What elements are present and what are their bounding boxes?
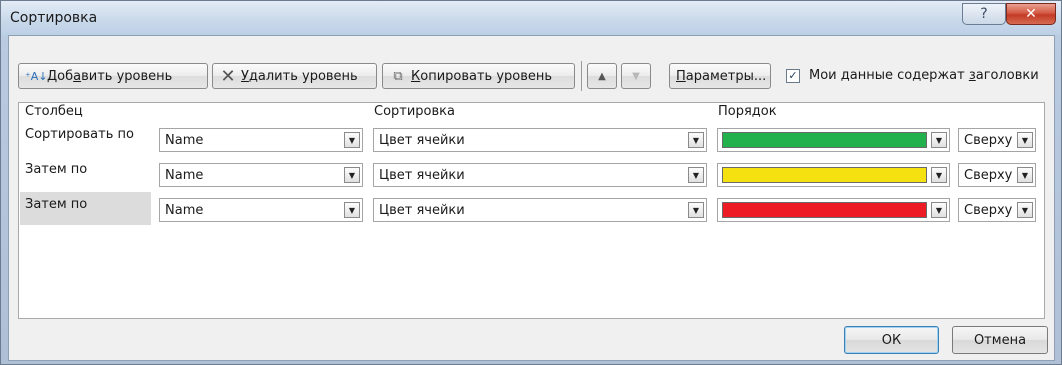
row-label: Сортировать по: [25, 127, 134, 142]
chevron-down-icon[interactable]: ▼: [931, 132, 947, 148]
position-select-value: Сверху: [964, 203, 1013, 218]
arrow-down-icon: ▼: [632, 70, 640, 82]
position-select-value: Сверху: [964, 133, 1013, 148]
position-select[interactable]: Сверху ▼: [958, 198, 1036, 222]
cancel-button[interactable]: Отмена: [952, 326, 1048, 354]
chevron-down-icon[interactable]: ▼: [931, 202, 947, 218]
sort-on-select[interactable]: Цвет ячейки ▼: [373, 128, 707, 152]
chevron-down-icon[interactable]: ▼: [344, 167, 360, 183]
position-select[interactable]: Сверху ▼: [958, 163, 1036, 187]
column-select-value: Name: [165, 203, 204, 218]
close-button[interactable]: ✕: [1006, 3, 1056, 25]
move-down-button[interactable]: ▼: [621, 63, 651, 89]
move-up-button[interactable]: ▲: [587, 63, 617, 89]
add-level-icon: ⁺A↓: [25, 69, 48, 83]
headers-checkbox-label: Мои данные содержат заголовки: [809, 68, 1039, 83]
column-select[interactable]: Name ▼: [159, 128, 363, 152]
delete-level-label: Удалить уровень: [241, 68, 358, 84]
row-label: Затем по: [25, 197, 88, 212]
help-icon: ?: [980, 6, 988, 22]
sort-on-select[interactable]: Цвет ячейки ▼: [373, 198, 707, 222]
options-label: Параметры...: [676, 68, 767, 84]
dialog-title: Сортировка: [10, 10, 98, 26]
delete-x-icon: ✕: [220, 65, 236, 87]
sort-on-select-value: Цвет ячейки: [379, 133, 465, 148]
column-select[interactable]: Name ▼: [159, 198, 363, 222]
position-select-value: Сверху: [964, 168, 1013, 183]
chevron-down-icon[interactable]: ▼: [688, 132, 704, 148]
chevron-down-icon[interactable]: ▼: [1017, 202, 1033, 218]
copy-level-label: Копировать уровень: [411, 68, 553, 84]
chevron-down-icon[interactable]: ▼: [1017, 167, 1033, 183]
add-level-label: Добавить уровень: [47, 68, 173, 84]
row-label: Затем по: [25, 162, 88, 177]
checkmark-icon: ✓: [788, 69, 798, 82]
color-swatch: [722, 202, 927, 218]
chevron-down-icon[interactable]: ▼: [344, 202, 360, 218]
copy-icon: ⧉: [393, 68, 403, 84]
chevron-down-icon[interactable]: ▼: [344, 132, 360, 148]
header-sort-on: Сортировка: [374, 104, 455, 119]
header-column: Столбец: [25, 104, 83, 119]
column-select-value: Name: [165, 168, 204, 183]
sort-dialog-window: Сортировка ? ✕ ⁺A↓ Добавить уровень ✕ Уд…: [0, 0, 1062, 365]
ok-button[interactable]: ОК: [844, 326, 939, 354]
color-swatch: [722, 167, 927, 183]
chevron-down-icon[interactable]: ▼: [931, 167, 947, 183]
chevron-down-icon[interactable]: ▼: [688, 202, 704, 218]
color-order-select[interactable]: ▼: [717, 163, 950, 187]
headers-checkbox[interactable]: ✓: [786, 68, 800, 83]
toolbar-separator: [581, 61, 582, 91]
color-order-select[interactable]: ▼: [717, 128, 950, 152]
chevron-down-icon[interactable]: ▼: [1017, 132, 1033, 148]
arrow-up-icon: ▲: [598, 70, 606, 82]
close-icon: ✕: [1025, 6, 1037, 22]
position-select[interactable]: Сверху ▼: [958, 128, 1036, 152]
add-level-button[interactable]: ⁺A↓ Добавить уровень: [18, 63, 208, 89]
delete-level-button[interactable]: ✕ Удалить уровень: [212, 63, 377, 89]
sort-on-select-value: Цвет ячейки: [379, 168, 465, 183]
title-bar[interactable]: Сортировка ? ✕: [1, 1, 1061, 35]
sort-levels-grid: Столбец Сортировка Порядок Сортировать п…: [18, 102, 1045, 319]
headers-checkbox-row[interactable]: ✓ Мои данные содержат заголовки: [786, 68, 1039, 83]
copy-level-button[interactable]: ⧉ Копировать уровень: [382, 63, 575, 89]
sort-on-select[interactable]: Цвет ячейки ▼: [373, 163, 707, 187]
sort-on-select-value: Цвет ячейки: [379, 203, 465, 218]
color-swatch: [722, 132, 927, 148]
chevron-down-icon[interactable]: ▼: [688, 167, 704, 183]
header-order: Порядок: [718, 104, 777, 119]
column-select[interactable]: Name ▼: [159, 163, 363, 187]
column-select-value: Name: [165, 133, 204, 148]
help-button[interactable]: ?: [962, 3, 1006, 25]
color-order-select[interactable]: ▼: [717, 198, 950, 222]
options-button[interactable]: Параметры...: [669, 63, 771, 89]
